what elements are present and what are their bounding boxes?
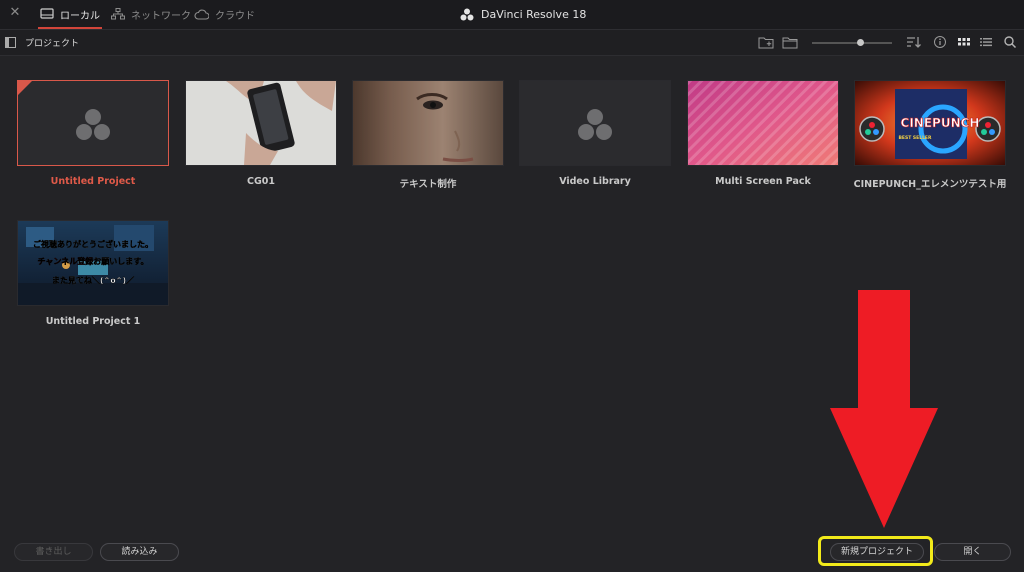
project-thumbnail[interactable] (185, 80, 337, 166)
close-icon[interactable]: ✕ (8, 6, 22, 20)
section-title: プロジェクト (25, 39, 80, 49)
svg-text:チャンネル登録お願いします。: チャンネル登録お願いします。 (38, 256, 149, 266)
export-button[interactable]: 書き出し (14, 543, 93, 561)
resolve-placeholder-icon (578, 109, 612, 140)
open-button[interactable]: 開く (934, 543, 1011, 561)
tab-local[interactable]: ローカル (38, 0, 102, 29)
thumbnail-size-slider[interactable] (812, 39, 892, 46)
project-name: CG01 (247, 176, 275, 187)
tab-network-label: ネットワーク (131, 10, 191, 22)
resolve-placeholder-icon (76, 109, 110, 140)
project-name: Video Library (559, 176, 631, 187)
project-thumbnail[interactable]: ご視聴ありがとうございました。 チャンネル登録お願いします。 また見てね＼(^o… (17, 220, 169, 306)
pink-pattern-image (688, 81, 838, 165)
project-thumbnail[interactable]: CINEPUNCH BEST SELLER (854, 80, 1006, 166)
new-folder-icon[interactable] (758, 35, 774, 49)
face-closeup-image (353, 81, 503, 165)
tab-cloud[interactable]: クラウド (194, 0, 255, 28)
cloud-icon (194, 9, 209, 20)
info-icon[interactable] (932, 35, 948, 49)
sort-icon[interactable] (906, 35, 922, 49)
annotation-arrow (830, 290, 938, 528)
caption-line-2: お願いします。 (93, 257, 148, 266)
project-name: Untitled Project 1 (45, 316, 141, 327)
slider-knob[interactable] (857, 39, 864, 46)
project-thumbnail[interactable] (352, 80, 504, 166)
project-toolbar: プロジェクト (0, 30, 1024, 56)
caption-line-1: ご視聴ありがとうございました。 (33, 239, 153, 249)
caption-line-2-highlight: チャンネル登録 (38, 256, 95, 266)
cinepunch-art-image: CINEPUNCH BEST SELLER (855, 81, 1005, 165)
project-name: Multi Screen Pack (715, 176, 811, 187)
network-icon (111, 8, 125, 20)
tab-network[interactable]: ネットワーク (111, 0, 191, 28)
folder-icon[interactable] (782, 35, 798, 49)
top-bar: ✕ ローカル ネットワーク クラウド DaVinci Resolve 18 (0, 0, 1024, 30)
app-title: DaVinci Resolve 18 (460, 0, 586, 28)
annotation-highlight-box (818, 536, 933, 566)
project-thumbnail[interactable] (519, 80, 671, 166)
cinepunch-logo-text: CINEPUNCH (901, 116, 980, 130)
project-thumbnail[interactable] (687, 80, 839, 166)
app-title-text: DaVinci Resolve 18 (481, 7, 587, 21)
night-room-caption-image: ご視聴ありがとうございました。 チャンネル登録お願いします。 また見てね＼(^o… (18, 221, 168, 305)
project-thumbnail[interactable] (17, 80, 169, 166)
tab-local-label: ローカル (60, 10, 100, 22)
hand-holding-phone-image (186, 81, 336, 165)
resolve-logo-icon (460, 8, 474, 20)
project-name: CINEPUNCH_エレメンツテスト用 (853, 179, 1007, 190)
tab-cloud-label: クラウド (215, 10, 255, 22)
grid-view-icon[interactable] (956, 35, 972, 49)
list-view-icon[interactable] (978, 35, 994, 49)
import-button[interactable]: 読み込み (100, 543, 179, 561)
sidebar-toggle-icon[interactable] (5, 37, 16, 48)
search-icon[interactable] (1002, 35, 1018, 49)
project-name: Untitled Project (50, 176, 136, 187)
caption-line-3: また見てね＼(^o^)／ (52, 275, 134, 285)
project-name: テキスト制作 (399, 179, 457, 190)
drive-icon (40, 8, 54, 19)
best-seller-text: BEST SELLER (899, 135, 933, 141)
selected-corner-marker (18, 81, 32, 95)
